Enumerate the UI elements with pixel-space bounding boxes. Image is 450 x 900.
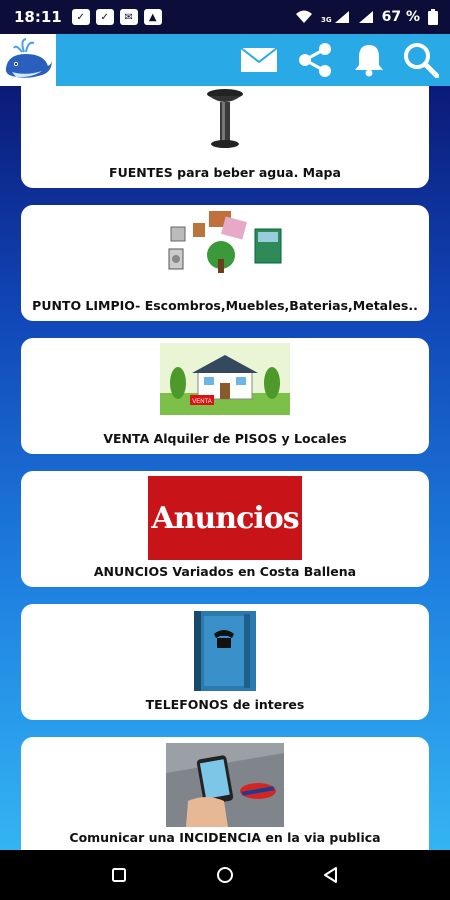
share-icon[interactable] [296,42,334,78]
mail-icon[interactable] [240,42,278,78]
house-for-sale-icon: VENTA [160,343,290,415]
battery-icon [428,9,438,25]
battery-percent: 67 % [381,9,420,25]
card-punto-limpio[interactable]: PUNTO LIMPIO- Escombros,Muebles,Baterias… [21,205,429,321]
menu-list: FUENTES para beber agua. Mapa PUNTO LIMP… [0,86,450,850]
signal-icon [334,11,349,23]
card-incidencia[interactable]: Comunicar una INCIDENCIA en la via publi… [21,737,429,850]
status-bar: 18:11 ✓ ✓ ✉ ▲ 3G 67 % [0,0,450,34]
back-icon [324,867,337,883]
system-nav-bar [0,850,450,900]
whale-icon [5,38,52,78]
home-icon [217,867,233,883]
home-button[interactable] [213,863,237,887]
card-label: TELEFONOS de interes [145,697,305,712]
status-time: 18:11 [14,8,62,26]
card-label: PUNTO LIMPIO- Escombros,Muebles,Baterias… [32,298,418,313]
anuncios-banner: Anuncios [148,476,302,560]
bell-icon[interactable] [350,42,388,78]
back-button[interactable] [319,863,343,887]
card-label: Comunicar una INCIDENCIA en la via publi… [69,830,381,845]
phone-photo-street-icon [166,743,284,827]
recents-icon [112,868,126,882]
anuncios-banner-text: Anuncios [151,500,299,536]
card-label: VENTA Alquiler de PISOS y Locales [103,431,347,446]
card-venta-pisos[interactable]: VENTA VENTA Alquiler de PISOS y Locales [21,338,429,454]
app-bar [0,34,450,86]
card-telefonos[interactable]: TELEFONOS de interes [21,604,429,720]
card-fuentes[interactable]: FUENTES para beber agua. Mapa [21,86,429,188]
notification-icons: ✓ ✓ ✉ ▲ [71,9,162,25]
wifi-icon [295,10,312,23]
signal-icon-2 [358,11,373,23]
card-anuncios[interactable]: Anuncios ANUNCIOS Variados en Costa Ball… [21,471,429,587]
card-label: FUENTES para beber agua. Mapa [109,165,341,180]
whale-logo[interactable] [0,34,56,86]
app-notification-icon: ✓ [95,9,114,25]
app-notification-icon: ✓ [71,9,90,25]
network-type: 3G [320,16,332,24]
status-right: 3G 67 % [295,9,438,25]
phone-book-icon [194,611,256,691]
water-fountain-icon [207,89,243,148]
card-label: ANUNCIOS Variados en Costa Ballena [93,564,357,579]
email-notification-icon: ✉ [119,9,138,25]
sale-sign-text: VENTA [192,399,212,405]
recents-button[interactable] [107,863,131,887]
search-icon[interactable] [402,42,440,78]
recycling-items-icon [168,211,282,273]
image-notification-icon: ▲ [143,9,162,25]
